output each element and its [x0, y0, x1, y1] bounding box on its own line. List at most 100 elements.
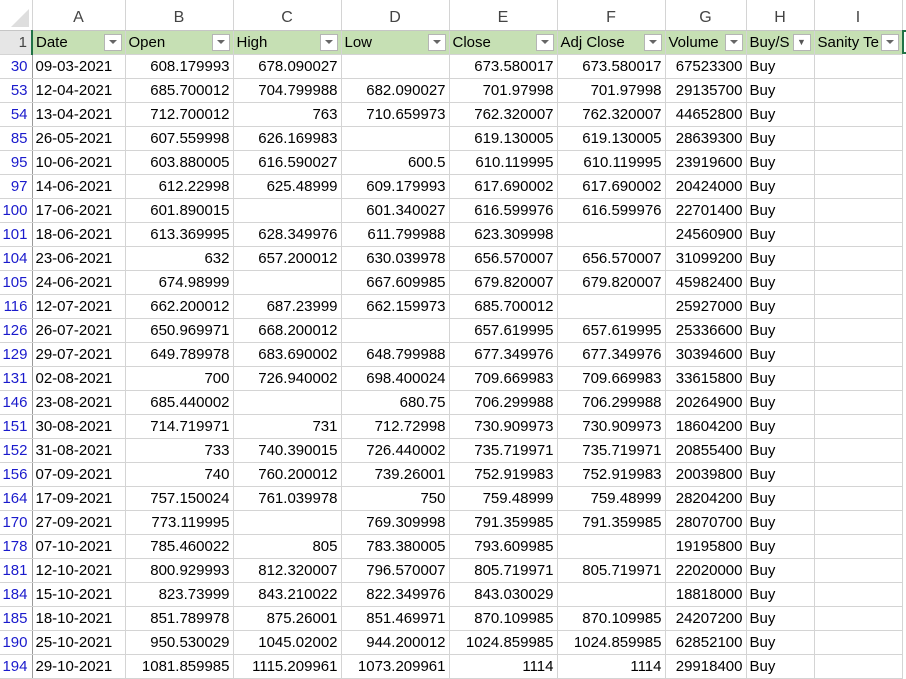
cell-c[interactable]: 683.690002	[233, 342, 342, 367]
row-number[interactable]: 53	[0, 78, 33, 103]
cell-f[interactable]: 616.599976	[557, 198, 666, 223]
cell-g[interactable]: 29135700	[665, 78, 747, 103]
cell-a[interactable]: 31-08-2021	[32, 438, 126, 463]
cell-a[interactable]: 23-08-2021	[32, 390, 126, 415]
cell-c[interactable]: 616.590027	[233, 150, 342, 175]
filter-dropdown-button[interactable]	[643, 33, 662, 51]
row-number[interactable]: 178	[0, 534, 33, 559]
cell-b[interactable]: 823.73999	[125, 582, 234, 607]
cell-e[interactable]: 730.909973	[449, 414, 558, 439]
cell-i[interactable]	[814, 654, 903, 679]
cell-d[interactable]: 851.469971	[341, 606, 450, 631]
row-number[interactable]: 194	[0, 654, 33, 679]
header-cell[interactable]: High	[233, 30, 342, 55]
cell-g[interactable]: 28639300	[665, 126, 747, 151]
cell-d[interactable]	[341, 318, 450, 343]
cell-b[interactable]: 613.369995	[125, 222, 234, 247]
cell-c[interactable]: 625.48999	[233, 174, 342, 199]
cell-d[interactable]: 698.400024	[341, 366, 450, 391]
row-number[interactable]: 164	[0, 486, 33, 511]
cell-d[interactable]: 769.309998	[341, 510, 450, 535]
cell-d[interactable]: 726.440002	[341, 438, 450, 463]
cell-c[interactable]: 687.23999	[233, 294, 342, 319]
cell-e[interactable]: 752.919983	[449, 462, 558, 487]
cell-c[interactable]: 678.090027	[233, 54, 342, 79]
cell-b[interactable]: 773.119995	[125, 510, 234, 535]
cell-a[interactable]: 07-09-2021	[32, 462, 126, 487]
cell-f[interactable]: 870.109985	[557, 606, 666, 631]
cell-d[interactable]: 783.380005	[341, 534, 450, 559]
header-cell[interactable]: Date	[32, 30, 126, 55]
cell-e[interactable]: 793.609985	[449, 534, 558, 559]
cell-f[interactable]: 677.349976	[557, 342, 666, 367]
cell-e[interactable]: 762.320007	[449, 102, 558, 127]
cell-a[interactable]: 26-05-2021	[32, 126, 126, 151]
cell-c[interactable]: 626.169983	[233, 126, 342, 151]
cell-g[interactable]: 62852100	[665, 630, 747, 655]
cell-b[interactable]: 785.460022	[125, 534, 234, 559]
cell-a[interactable]: 17-09-2021	[32, 486, 126, 511]
row-number[interactable]: 129	[0, 342, 33, 367]
cell-g[interactable]: 20039800	[665, 462, 747, 487]
cell-h[interactable]: Buy	[746, 438, 815, 463]
row-number[interactable]: 97	[0, 174, 33, 199]
cell-e[interactable]: 685.700012	[449, 294, 558, 319]
header-cell[interactable]: Open	[125, 30, 234, 55]
cell-d[interactable]: 944.200012	[341, 630, 450, 655]
cell-b[interactable]: 851.789978	[125, 606, 234, 631]
cell-h[interactable]: Buy	[746, 366, 815, 391]
cell-a[interactable]: 12-04-2021	[32, 78, 126, 103]
cell-i[interactable]	[814, 606, 903, 631]
cell-f[interactable]: 752.919983	[557, 462, 666, 487]
cell-d[interactable]: 611.799988	[341, 222, 450, 247]
row-number[interactable]: 126	[0, 318, 33, 343]
cell-f[interactable]: 1114	[557, 654, 666, 679]
header-cell[interactable]: Volume	[665, 30, 747, 55]
header-cell[interactable]: Sanity Te	[814, 30, 903, 55]
cell-i[interactable]	[814, 270, 903, 295]
cell-a[interactable]: 02-08-2021	[32, 366, 126, 391]
cell-e[interactable]: 657.619995	[449, 318, 558, 343]
cell-c[interactable]	[233, 198, 342, 223]
column-header-h[interactable]: H	[746, 0, 815, 31]
cell-d[interactable]: 667.609985	[341, 270, 450, 295]
cell-f[interactable]	[557, 534, 666, 559]
cell-a[interactable]: 25-10-2021	[32, 630, 126, 655]
cell-a[interactable]: 23-06-2021	[32, 246, 126, 271]
cell-h[interactable]: Buy	[746, 318, 815, 343]
cell-i[interactable]	[814, 414, 903, 439]
row-number[interactable]: 1	[0, 30, 33, 55]
cell-d[interactable]	[341, 126, 450, 151]
cell-g[interactable]: 67523300	[665, 54, 747, 79]
cell-d[interactable]	[341, 54, 450, 79]
cell-i[interactable]	[814, 390, 903, 415]
filter-dropdown-button[interactable]	[427, 33, 446, 51]
cell-i[interactable]	[814, 534, 903, 559]
cell-f[interactable]: 759.48999	[557, 486, 666, 511]
cell-d[interactable]: 796.570007	[341, 558, 450, 583]
cell-c[interactable]	[233, 270, 342, 295]
cell-i[interactable]	[814, 462, 903, 487]
cell-d[interactable]: 600.5	[341, 150, 450, 175]
column-header-b[interactable]: B	[125, 0, 234, 31]
cell-i[interactable]	[814, 558, 903, 583]
row-number[interactable]: 184	[0, 582, 33, 607]
cell-a[interactable]: 29-10-2021	[32, 654, 126, 679]
cell-i[interactable]	[814, 342, 903, 367]
cell-h[interactable]: Buy	[746, 294, 815, 319]
cell-a[interactable]: 12-07-2021	[32, 294, 126, 319]
cell-g[interactable]: 22701400	[665, 198, 747, 223]
cell-a[interactable]: 15-10-2021	[32, 582, 126, 607]
cell-i[interactable]	[814, 630, 903, 655]
header-cell[interactable]: Buy/S ▼	[746, 30, 815, 55]
filter-active-button[interactable]: ▼	[792, 33, 811, 51]
cell-b[interactable]: 608.179993	[125, 54, 234, 79]
cell-e[interactable]: 706.299988	[449, 390, 558, 415]
row-number[interactable]: 181	[0, 558, 33, 583]
header-cell[interactable]: Low	[341, 30, 450, 55]
cell-h[interactable]: Buy	[746, 582, 815, 607]
column-header-d[interactable]: D	[341, 0, 450, 31]
cell-b[interactable]: 685.440002	[125, 390, 234, 415]
column-header-c[interactable]: C	[233, 0, 342, 31]
cell-c[interactable]: 668.200012	[233, 318, 342, 343]
